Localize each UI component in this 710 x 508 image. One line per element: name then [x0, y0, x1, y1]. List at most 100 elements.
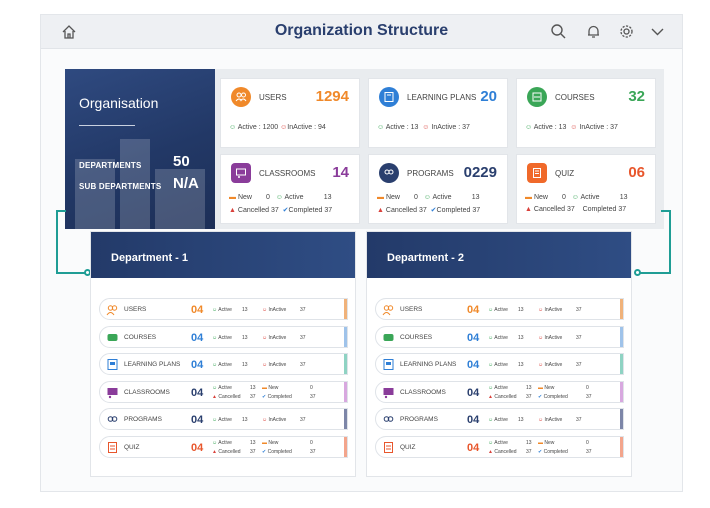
dept-row-label: PROGRAMS — [400, 416, 438, 423]
users-icon — [231, 87, 251, 107]
courses-count: 32 — [628, 88, 645, 105]
classroom-icon — [383, 387, 394, 398]
bell-icon[interactable] — [585, 23, 602, 40]
dept-row-label: COURSES — [400, 333, 433, 341]
row-accent-bar — [620, 436, 623, 457]
programs-count: 0229 — [463, 164, 497, 181]
dept-row-count: 04 — [467, 441, 480, 454]
dept-row-learning-plans[interactable]: LEARNING PLANS 04 ☺ Active 13 ☺ InActive 37 — [375, 353, 624, 375]
programs-card[interactable]: PROGRAMS 0229 ▬ New 0 ☺ Active 13 ▲ Canc… — [368, 154, 508, 224]
organisation-name: Organisation — [79, 95, 159, 111]
department-card-1[interactable]: Department - 1 USERS 04 ☺ Active 13 ☺ InActiv… — [90, 231, 356, 477]
courses-icon — [527, 87, 547, 107]
sub-departments-value: N/A — [173, 175, 199, 192]
row-accent-bar — [620, 381, 623, 402]
dept-row-label: USERS — [124, 306, 147, 313]
chevron-down-icon[interactable] — [649, 23, 666, 40]
building-illustration — [75, 139, 205, 229]
learning-plans-label: LEARNING PLANS — [407, 93, 477, 102]
row-accent-bar — [620, 409, 623, 429]
courses-card[interactable]: COURSES 32 ☺ Active : 13 ☺ InActive : 37 — [516, 78, 656, 148]
users-label: USERS — [259, 93, 287, 102]
search-icon[interactable] — [550, 23, 567, 40]
quiz-icon — [384, 441, 393, 453]
courses-active: Active : 13 — [533, 124, 567, 131]
users-icon — [382, 305, 394, 316]
classrooms-label: CLASSROOMS — [259, 169, 316, 178]
department-title: Department - 1 — [111, 252, 189, 264]
classroom-icon — [107, 387, 118, 398]
department-card-2[interactable]: Department - 2 USERS 04 ☺ Active 13 ☺ InActiv… — [366, 231, 632, 477]
gear-icon[interactable] — [618, 23, 635, 40]
organisation-panel: Organisation DEPARTMENTS 50 SUB DEPARTME… — [65, 69, 664, 229]
top-bar: Organization Structure — [41, 15, 682, 49]
users-active: Active : 1200 — [237, 124, 279, 131]
dept-row-classrooms[interactable]: CLASSROOMS 04 ☺ Active 13 ▬ New 0 ▲ Cancelled 3… — [99, 380, 348, 403]
quiz-card[interactable]: QUIZ 06 ▬ New 0 ☺ Active 13 ▲ Cancelled … — [516, 154, 656, 224]
dept-row-label: LEARNING PLANS — [400, 361, 457, 368]
dept-row-label: QUIZ — [400, 443, 416, 451]
book-icon — [107, 359, 118, 370]
department-title: Department - 2 — [387, 252, 465, 264]
learning-plans-active: Active : 13 — [385, 124, 419, 131]
dept-row-label: PROGRAMS — [124, 416, 162, 423]
row-accent-bar — [344, 299, 347, 319]
users-icon — [106, 305, 118, 316]
dept-row-programs[interactable]: PROGRAMS 04 ☺ Active 13 ☺ InActive 37 — [99, 408, 348, 430]
dept-row-quiz[interactable]: QUIZ 04 ☺ Active 13 ▬ New 0 ▲ Cancelled 37 ✔ Com… — [99, 435, 348, 458]
organisation-summary: Organisation DEPARTMENTS 50 SUB DEPARTME… — [65, 69, 215, 229]
dept-row-count: 04 — [191, 441, 204, 454]
quiz-icon — [108, 441, 117, 453]
dept-row-label: CLASSROOMS — [400, 388, 446, 396]
dept-row-count: 04 — [467, 386, 480, 399]
book-icon — [379, 87, 399, 107]
dept-row-count: 04 — [467, 414, 480, 426]
dept-row-count: 04 — [191, 359, 204, 371]
dept-row-count: 04 — [191, 386, 204, 399]
dept-row-count: 04 — [467, 304, 480, 316]
courses-icon — [107, 333, 118, 341]
courses-icon — [383, 333, 394, 341]
book-icon — [383, 359, 394, 370]
classrooms-count: 14 — [332, 164, 349, 181]
divider — [79, 125, 135, 126]
departments-value: 50 — [173, 153, 190, 170]
dept-row-label: COURSES — [124, 333, 157, 341]
department-header: Department - 2 — [367, 232, 631, 278]
courses-label: COURSES — [555, 93, 595, 102]
row-accent-bar — [344, 436, 347, 457]
programs-icon — [379, 163, 399, 183]
row-accent-bar — [620, 299, 623, 319]
connector-dot-right — [634, 269, 641, 276]
dept-row-label: CLASSROOMS — [124, 388, 170, 396]
row-accent-bar — [620, 326, 623, 347]
dept-row-count: 04 — [191, 304, 204, 316]
row-accent-bar — [620, 354, 623, 374]
programs-icon — [107, 416, 118, 422]
dept-row-quiz[interactable]: QUIZ 04 ☺ Active 13 ▬ New 0 ▲ Cancelled 37 ✔ Com… — [375, 435, 624, 458]
users-count: 1294 — [315, 88, 349, 105]
learning-plans-count: 20 — [480, 88, 497, 105]
dept-row-learning-plans[interactable]: LEARNING PLANS 04 ☺ Active 13 ☺ InActive 37 — [99, 353, 348, 375]
sub-departments-label: SUB DEPARTMENTS — [79, 182, 162, 191]
quiz-count: 06 — [628, 164, 645, 181]
programs-label: PROGRAMS — [407, 169, 454, 178]
dept-row-label: QUIZ — [124, 443, 140, 451]
dept-row-courses[interactable]: COURSES 04 ☺ Active 13 ☺ InActive 37 — [99, 325, 348, 348]
dept-row-courses[interactable]: COURSES 04 ☺ Active 13 ☺ InActive 37 — [375, 325, 624, 348]
dept-row-users[interactable]: USERS 04 ☺ Active 13 ☺ InActive 37 — [99, 298, 348, 320]
dept-row-label: LEARNING PLANS — [124, 361, 181, 368]
row-accent-bar — [344, 409, 347, 429]
dept-row-users[interactable]: USERS 04 ☺ Active 13 ☺ InActive 37 — [375, 298, 624, 320]
programs-icon — [383, 416, 394, 422]
department-header: Department - 1 — [91, 232, 355, 278]
row-accent-bar — [344, 326, 347, 347]
users-inactive: InActive : 94 — [287, 124, 326, 131]
dept-row-programs[interactable]: PROGRAMS 04 ☺ Active 13 ☺ InActive 37 — [375, 408, 624, 430]
dept-row-count: 04 — [467, 359, 480, 371]
learning-plans-card[interactable]: LEARNING PLANS 20 ☺ Active : 13 ☺ InActi… — [368, 78, 508, 148]
dept-row-classrooms[interactable]: CLASSROOMS 04 ☺ Active 13 ▬ New 0 ▲ Cancelled 3… — [375, 380, 624, 403]
users-card[interactable]: USERS 1294 ☺ Active : 1200 ☺InActive : 9… — [220, 78, 360, 148]
classroom-icon — [231, 163, 251, 183]
classrooms-card[interactable]: CLASSROOMS 14 ▬ New 0 ☺ Active 13 ▲ Canc… — [220, 154, 360, 224]
